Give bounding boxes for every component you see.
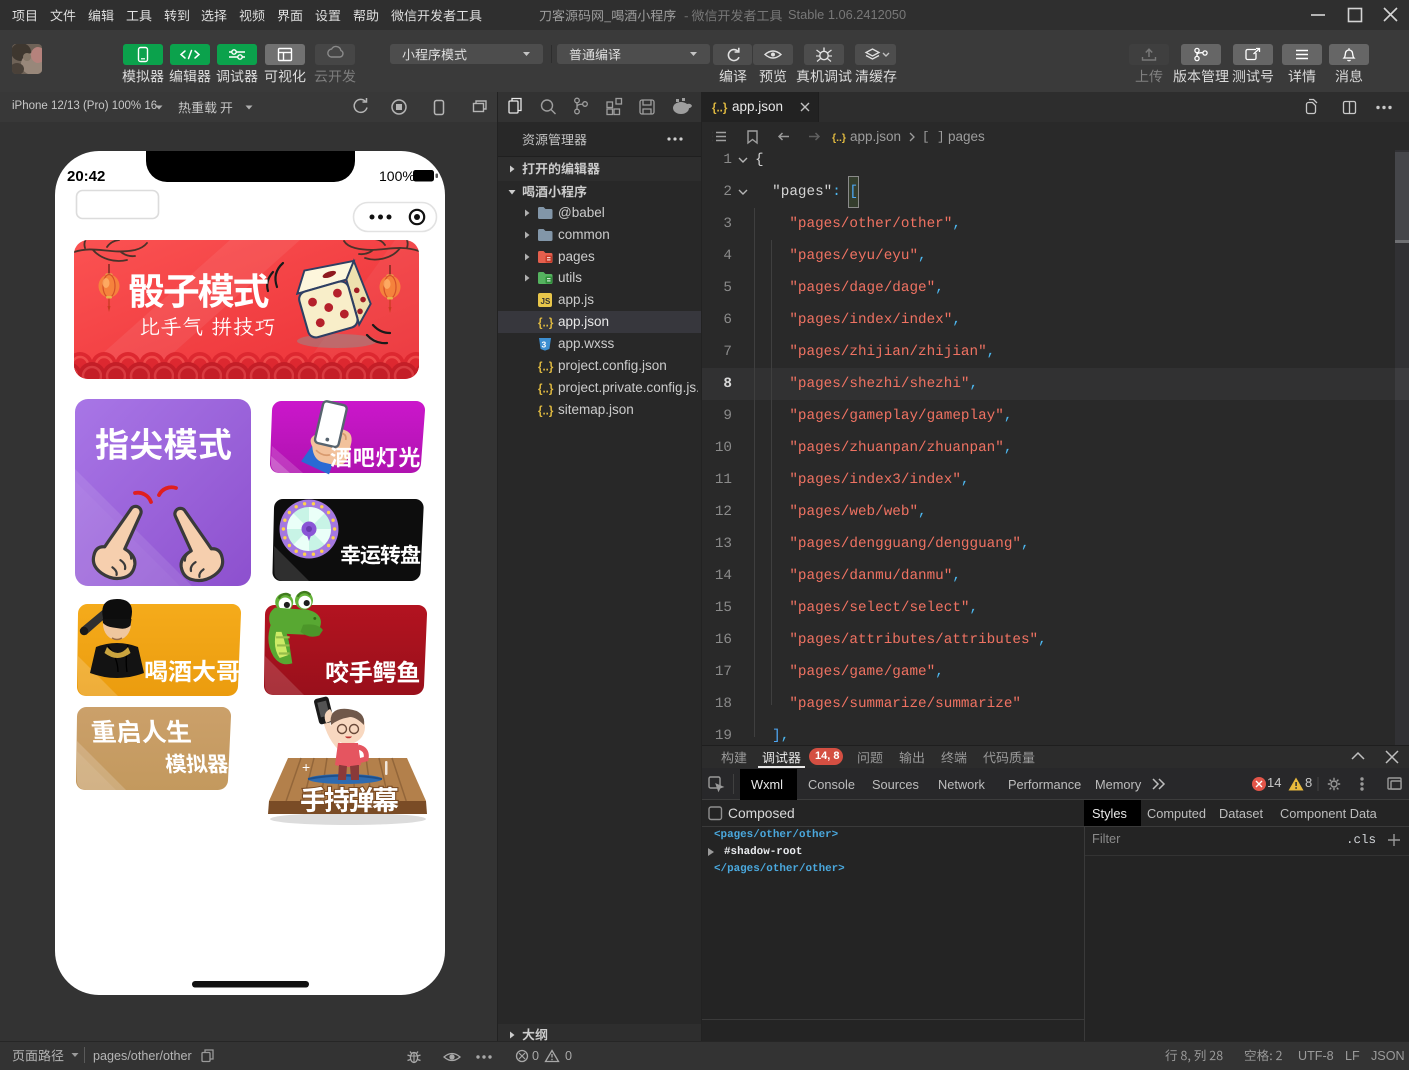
svg-text:{..}: {..} <box>538 318 554 330</box>
svg-text:{..}: {..} <box>832 132 846 144</box>
svg-text:{..}: {..} <box>538 384 554 396</box>
svg-text:20:42: 20:42 <box>67 168 105 185</box>
svg-text:3: 3 <box>542 340 547 350</box>
svg-text:+: + <box>302 759 310 775</box>
svg-text:100%: 100% <box>379 168 415 184</box>
svg-text:{..}: {..} <box>538 362 554 374</box>
svg-text:{..}: {..} <box>538 406 554 418</box>
svg-text:JS: JS <box>541 297 551 306</box>
svg-text:{..}: {..} <box>712 103 728 115</box>
